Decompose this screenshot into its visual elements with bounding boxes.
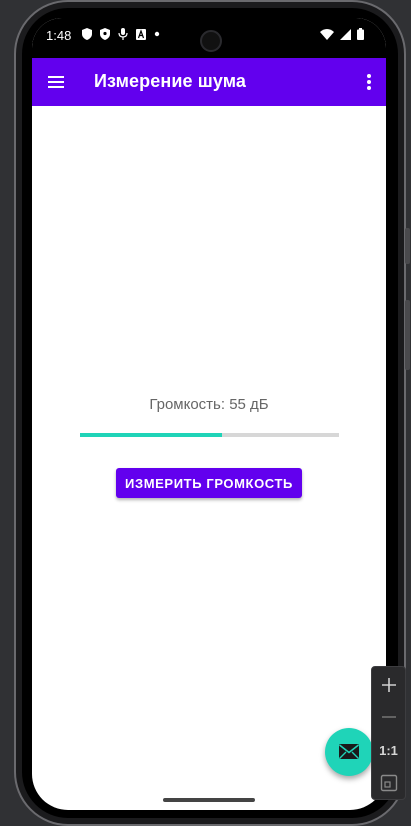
volume-reading: Громкость: 55 дБ	[149, 396, 269, 413]
wifi-icon	[320, 28, 334, 40]
zoom-out-button[interactable]	[372, 702, 405, 732]
hamburger-menu-icon[interactable]	[46, 70, 68, 94]
volume-rocker	[405, 300, 410, 370]
text-notification-icon	[136, 28, 146, 40]
plus-icon	[381, 678, 396, 692]
microphone-icon	[118, 28, 128, 40]
app-bar: Измерение шума	[32, 58, 386, 106]
more-vert-icon[interactable]	[362, 70, 376, 94]
home-indicator[interactable]	[163, 798, 255, 802]
security-icon	[100, 28, 110, 40]
fit-screen-icon	[380, 774, 397, 792]
front-camera	[200, 30, 222, 52]
minus-icon	[381, 716, 396, 718]
volume-progress-bar	[80, 433, 339, 437]
status-system-icons	[320, 28, 364, 40]
signal-icon	[340, 28, 351, 40]
emulator-zoom-panel: 1:1	[371, 666, 406, 800]
status-notification-icons	[82, 28, 160, 40]
page-title: Измерение шума	[94, 71, 246, 91]
actual-size-button[interactable]: 1:1	[372, 735, 405, 765]
dot-icon	[154, 31, 160, 37]
actual-size-label: 1:1	[379, 742, 398, 758]
status-bar: 1:48	[32, 18, 386, 58]
measure-volume-button[interactable]: ИЗМЕРИТЬ ГРОМКОСТЬ	[116, 468, 302, 498]
mail-fab-button[interactable]	[325, 728, 373, 776]
shield-icon	[82, 28, 92, 40]
power-button	[405, 228, 410, 264]
status-time: 1:48	[46, 28, 72, 43]
zoom-in-button[interactable]	[372, 670, 405, 700]
battery-icon	[357, 28, 364, 40]
app-screen: 1:48 Измерение шума Громкость: 55 дБ ИЗМ…	[32, 18, 386, 810]
mail-icon	[339, 744, 359, 759]
fit-screen-button[interactable]	[372, 768, 405, 798]
volume-progress-fill	[80, 433, 223, 437]
